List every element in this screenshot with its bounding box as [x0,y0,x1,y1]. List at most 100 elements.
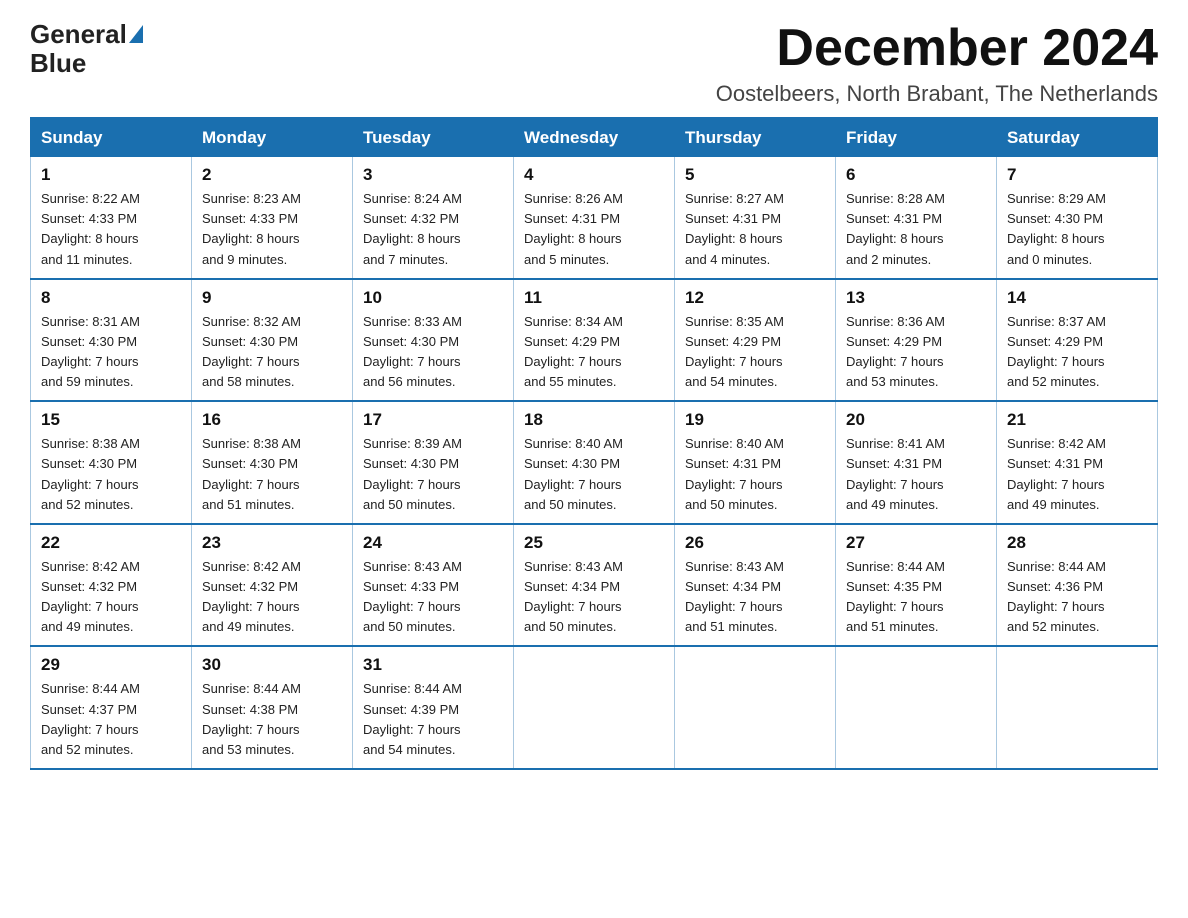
day-info: Sunrise: 8:38 AM Sunset: 4:30 PM Dayligh… [41,434,181,515]
day-number: 9 [202,288,342,308]
day-number: 7 [1007,165,1147,185]
day-info: Sunrise: 8:23 AM Sunset: 4:33 PM Dayligh… [202,189,342,270]
calendar-week-row: 8 Sunrise: 8:31 AM Sunset: 4:30 PM Daylig… [31,279,1158,402]
calendar-header-thursday: Thursday [675,118,836,157]
day-info: Sunrise: 8:26 AM Sunset: 4:31 PM Dayligh… [524,189,664,270]
calendar-day-26: 26 Sunrise: 8:43 AM Sunset: 4:34 PM Dayli… [675,524,836,647]
logo: General Blue [30,20,143,77]
day-number: 11 [524,288,664,308]
calendar-day-17: 17 Sunrise: 8:39 AM Sunset: 4:30 PM Dayli… [353,401,514,524]
day-number: 24 [363,533,503,553]
day-number: 19 [685,410,825,430]
calendar-empty-cell [514,646,675,769]
calendar-day-30: 30 Sunrise: 8:44 AM Sunset: 4:38 PM Dayli… [192,646,353,769]
calendar-day-28: 28Sunrise: 8:44 AM Sunset: 4:36 PM Dayli… [997,524,1158,647]
day-info: Sunrise: 8:34 AM Sunset: 4:29 PM Dayligh… [524,312,664,393]
calendar-header-monday: Monday [192,118,353,157]
day-info: Sunrise: 8:41 AM Sunset: 4:31 PM Dayligh… [846,434,986,515]
day-number: 21 [1007,410,1147,430]
day-info: Sunrise: 8:24 AM Sunset: 4:32 PM Dayligh… [363,189,503,270]
calendar-day-21: 21 Sunrise: 8:42 AM Sunset: 4:31 PM Dayli… [997,401,1158,524]
calendar-day-13: 13 Sunrise: 8:36 AM Sunset: 4:29 PM Dayli… [836,279,997,402]
calendar-header-tuesday: Tuesday [353,118,514,157]
day-number: 26 [685,533,825,553]
day-info: Sunrise: 8:42 AM Sunset: 4:32 PM Dayligh… [202,557,342,638]
calendar-empty-cell [997,646,1158,769]
day-info: Sunrise: 8:44 AM Sunset: 4:38 PM Dayligh… [202,679,342,760]
day-number: 22 [41,533,181,553]
day-number: 16 [202,410,342,430]
day-info: Sunrise: 8:43 AM Sunset: 4:34 PM Dayligh… [524,557,664,638]
day-info: Sunrise: 8:27 AM Sunset: 4:31 PM Dayligh… [685,189,825,270]
day-number: 17 [363,410,503,430]
logo-triangle-icon [129,25,143,43]
calendar-day-14: 14Sunrise: 8:37 AM Sunset: 4:29 PM Dayli… [997,279,1158,402]
day-info: Sunrise: 8:40 AM Sunset: 4:31 PM Dayligh… [685,434,825,515]
day-info: Sunrise: 8:43 AM Sunset: 4:34 PM Dayligh… [685,557,825,638]
calendar-day-11: 11 Sunrise: 8:34 AM Sunset: 4:29 PM Dayli… [514,279,675,402]
calendar-day-16: 16Sunrise: 8:38 AM Sunset: 4:30 PM Dayli… [192,401,353,524]
day-info: Sunrise: 8:42 AM Sunset: 4:31 PM Dayligh… [1007,434,1147,515]
calendar-day-12: 12 Sunrise: 8:35 AM Sunset: 4:29 PM Dayli… [675,279,836,402]
day-info: Sunrise: 8:44 AM Sunset: 4:39 PM Dayligh… [363,679,503,760]
day-number: 8 [41,288,181,308]
day-number: 14 [1007,288,1147,308]
calendar-day-27: 27 Sunrise: 8:44 AM Sunset: 4:35 PM Dayli… [836,524,997,647]
day-info: Sunrise: 8:44 AM Sunset: 4:35 PM Dayligh… [846,557,986,638]
calendar-day-9: 9Sunrise: 8:32 AM Sunset: 4:30 PM Daylig… [192,279,353,402]
calendar-day-8: 8 Sunrise: 8:31 AM Sunset: 4:30 PM Daylig… [31,279,192,402]
day-number: 4 [524,165,664,185]
day-number: 30 [202,655,342,675]
calendar-day-25: 25 Sunrise: 8:43 AM Sunset: 4:34 PM Dayli… [514,524,675,647]
day-info: Sunrise: 8:44 AM Sunset: 4:37 PM Dayligh… [41,679,181,760]
day-info: Sunrise: 8:28 AM Sunset: 4:31 PM Dayligh… [846,189,986,270]
calendar-table: SundayMondayTuesdayWednesdayThursdayFrid… [30,117,1158,770]
calendar-header-sunday: Sunday [31,118,192,157]
day-number: 23 [202,533,342,553]
day-info: Sunrise: 8:44 AM Sunset: 4:36 PM Dayligh… [1007,557,1147,638]
day-number: 3 [363,165,503,185]
calendar-day-5: 5Sunrise: 8:27 AM Sunset: 4:31 PM Daylig… [675,157,836,279]
calendar-day-31: 31 Sunrise: 8:44 AM Sunset: 4:39 PM Dayli… [353,646,514,769]
day-number: 25 [524,533,664,553]
calendar-header-friday: Friday [836,118,997,157]
calendar-day-19: 19 Sunrise: 8:40 AM Sunset: 4:31 PM Dayli… [675,401,836,524]
calendar-week-row: 29Sunrise: 8:44 AM Sunset: 4:37 PM Dayli… [31,646,1158,769]
day-info: Sunrise: 8:36 AM Sunset: 4:29 PM Dayligh… [846,312,986,393]
month-title: December 2024 [716,20,1158,77]
day-number: 31 [363,655,503,675]
calendar-empty-cell [675,646,836,769]
day-info: Sunrise: 8:31 AM Sunset: 4:30 PM Dayligh… [41,312,181,393]
calendar-day-7: 7 Sunrise: 8:29 AM Sunset: 4:30 PM Daylig… [997,157,1158,279]
calendar-week-row: 15 Sunrise: 8:38 AM Sunset: 4:30 PM Dayli… [31,401,1158,524]
calendar-day-22: 22 Sunrise: 8:42 AM Sunset: 4:32 PM Dayli… [31,524,192,647]
day-info: Sunrise: 8:35 AM Sunset: 4:29 PM Dayligh… [685,312,825,393]
day-number: 15 [41,410,181,430]
location-title: Oostelbeers, North Brabant, The Netherla… [716,81,1158,107]
day-number: 2 [202,165,342,185]
calendar-empty-cell [836,646,997,769]
calendar-day-20: 20 Sunrise: 8:41 AM Sunset: 4:31 PM Dayli… [836,401,997,524]
title-area: December 2024 Oostelbeers, North Brabant… [716,20,1158,107]
calendar-day-29: 29Sunrise: 8:44 AM Sunset: 4:37 PM Dayli… [31,646,192,769]
day-info: Sunrise: 8:29 AM Sunset: 4:30 PM Dayligh… [1007,189,1147,270]
day-number: 27 [846,533,986,553]
day-info: Sunrise: 8:42 AM Sunset: 4:32 PM Dayligh… [41,557,181,638]
logo-text-blue: Blue [30,48,86,78]
day-number: 20 [846,410,986,430]
day-info: Sunrise: 8:39 AM Sunset: 4:30 PM Dayligh… [363,434,503,515]
calendar-day-6: 6 Sunrise: 8:28 AM Sunset: 4:31 PM Daylig… [836,157,997,279]
calendar-day-2: 2 Sunrise: 8:23 AM Sunset: 4:33 PM Daylig… [192,157,353,279]
calendar-header-saturday: Saturday [997,118,1158,157]
calendar-header-row: SundayMondayTuesdayWednesdayThursdayFrid… [31,118,1158,157]
day-info: Sunrise: 8:22 AM Sunset: 4:33 PM Dayligh… [41,189,181,270]
day-info: Sunrise: 8:40 AM Sunset: 4:30 PM Dayligh… [524,434,664,515]
day-number: 6 [846,165,986,185]
day-number: 12 [685,288,825,308]
day-number: 18 [524,410,664,430]
logo-text-general: General [30,20,127,49]
calendar-day-10: 10Sunrise: 8:33 AM Sunset: 4:30 PM Dayli… [353,279,514,402]
day-number: 10 [363,288,503,308]
day-info: Sunrise: 8:43 AM Sunset: 4:33 PM Dayligh… [363,557,503,638]
day-number: 13 [846,288,986,308]
